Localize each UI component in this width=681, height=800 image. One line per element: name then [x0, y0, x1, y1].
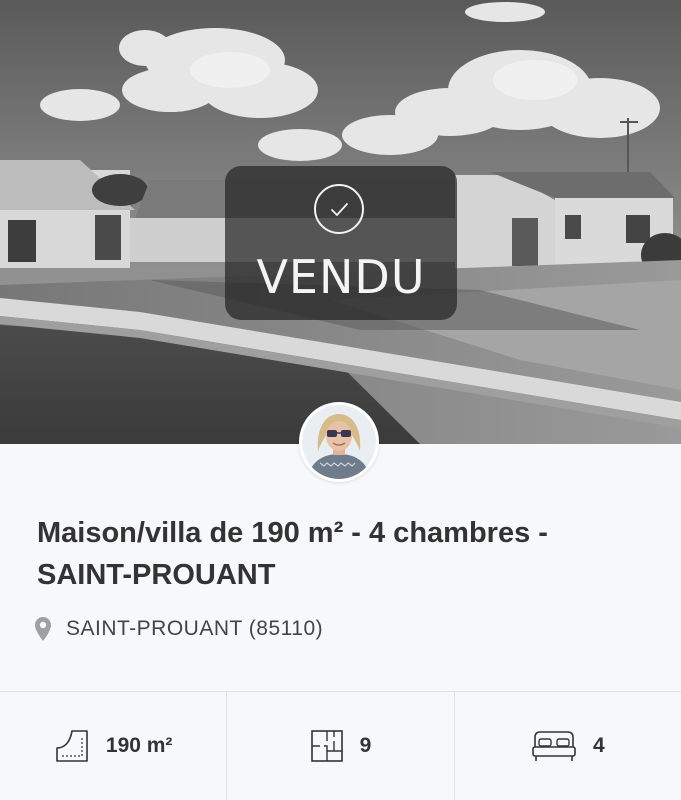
area-value: 190 m² [105, 734, 173, 757]
floor-plan-icon [310, 730, 343, 762]
stat-area: 190 m² [0, 692, 228, 800]
bedrooms-value: 4 [592, 734, 605, 757]
check-circle-icon [314, 184, 364, 234]
location-label: SAINT-PROUANT (85110) [66, 617, 324, 640]
rooms-value: 9 [359, 734, 372, 757]
property-photo[interactable]: VENDU [0, 0, 681, 444]
sold-label: VENDU [256, 250, 426, 304]
agent-photo [302, 405, 376, 479]
stat-rooms: 9 [227, 692, 455, 800]
agent-avatar[interactable] [299, 402, 379, 482]
listing-location: SAINT-PROUANT (85110) [34, 614, 323, 644]
stat-bedrooms: 4 [455, 692, 681, 800]
surface-area-icon [56, 730, 88, 762]
listing-title[interactable]: Maison/villa de 190 m² - 4 chambres - SA… [37, 512, 647, 596]
listing-stats: 190 m² 9 4 [0, 691, 681, 800]
sold-badge: VENDU [225, 166, 457, 320]
property-card[interactable]: VENDU Maison/villa de 190 m² - 4 chambre… [0, 0, 681, 800]
map-pin-icon [35, 617, 51, 641]
bed-icon [532, 731, 576, 761]
